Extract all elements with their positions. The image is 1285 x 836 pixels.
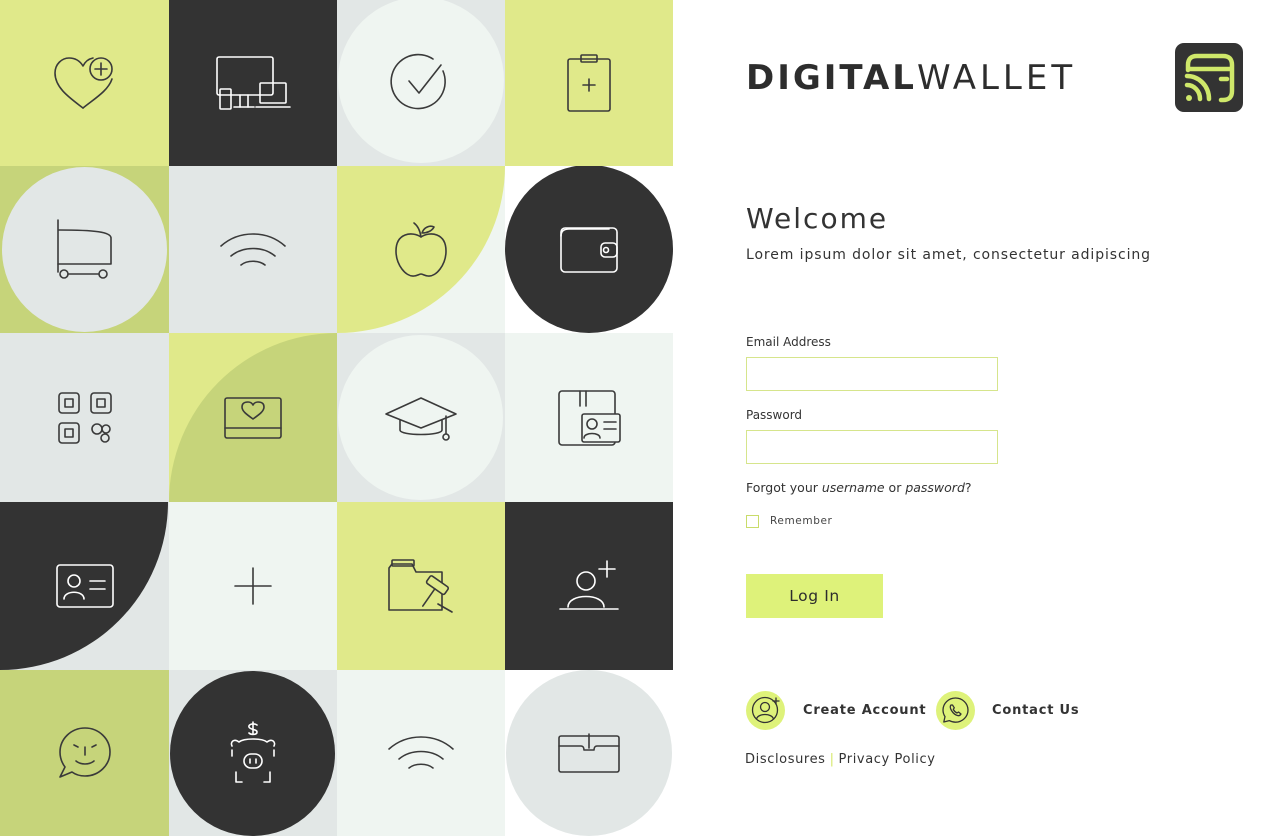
- document-folder-icon: [558, 733, 620, 773]
- mosaic-tile-wallet: [505, 166, 673, 333]
- remember-label: Remember: [770, 515, 833, 527]
- mosaic-tile-check: [337, 0, 505, 166]
- mosaic-tile-heart: [0, 0, 169, 166]
- wifi-signal-icon-2: [388, 736, 454, 769]
- mosaic-tile-id-folder: [505, 333, 673, 502]
- forgot-credentials: Forgot your username or password?: [746, 480, 972, 495]
- footer-links: Disclosures | Privacy Policy: [745, 752, 936, 767]
- qr-grid-icon: [57, 391, 112, 444]
- brand-light: WALLET: [916, 58, 1077, 98]
- mosaic-tile-devices: [169, 0, 337, 166]
- mosaic-tile-laptop-heart: [169, 333, 337, 502]
- brand-wordmark: DIGITALWALLET: [746, 58, 1076, 98]
- clipboard-plus-icon: [567, 54, 611, 112]
- mosaic-tile-legal: [337, 502, 505, 670]
- add-user-icon: [559, 560, 619, 610]
- graduation-cap-icon: [385, 396, 457, 441]
- welcome-subtitle: Lorem ipsum dolor sit amet, consectetur …: [746, 247, 1151, 263]
- id-card-icon: [55, 564, 114, 608]
- mosaic-tile-apple: [337, 166, 505, 333]
- disclosures-link[interactable]: Disclosures: [745, 752, 826, 767]
- forgot-or: or: [884, 480, 906, 495]
- password-field[interactable]: [746, 430, 998, 464]
- mosaic-tile-document-folder: [505, 670, 673, 836]
- mosaic-tile-graduation: [337, 333, 505, 502]
- legal-folder-icon: [388, 559, 453, 613]
- icon-mosaic: [0, 0, 673, 836]
- forgot-password-link[interactable]: password: [905, 480, 965, 495]
- add-user-circle-icon: [751, 696, 780, 724]
- remember-checkbox[interactable]: [746, 514, 759, 528]
- create-account-link[interactable]: Create Account: [746, 691, 926, 730]
- mosaic-tile-clipboard: [505, 0, 673, 166]
- plus-icon: [234, 567, 272, 605]
- wallet-icon: [560, 226, 618, 273]
- forgot-prefix: Forgot your: [746, 480, 822, 495]
- contact-us-link[interactable]: Contact Us: [936, 691, 1079, 730]
- mosaic-tile-chat: [0, 670, 169, 836]
- laptop-heart-icon: [224, 396, 282, 439]
- create-account-label: Create Account: [803, 703, 927, 718]
- chat-smile-icon: [58, 727, 111, 778]
- mosaic-tile-add-user: [505, 502, 673, 670]
- wifi-signal-icon: [220, 232, 286, 266]
- forgot-username-link[interactable]: username: [822, 480, 885, 495]
- phone-chat-icon: [942, 697, 969, 723]
- privacy-policy-link[interactable]: Privacy Policy: [839, 752, 936, 767]
- login-panel: DIGITALWALLET Welcome Lorem ipsum dolor …: [673, 0, 1285, 836]
- login-button[interactable]: Log In: [746, 574, 883, 618]
- apple-icon: [395, 221, 447, 277]
- devices-icon: [216, 56, 291, 110]
- remember-row: Remember: [746, 514, 832, 528]
- mosaic-tile-wifi-1: [169, 166, 337, 333]
- heart-plus-icon: [53, 57, 113, 109]
- email-field[interactable]: [746, 357, 998, 391]
- check-circle-icon: [390, 53, 446, 110]
- password-label: Password: [746, 408, 803, 422]
- mosaic-tile-piggy: [169, 670, 337, 836]
- create-account-badge: [746, 691, 785, 730]
- brand-bold: DIGITAL: [746, 58, 917, 98]
- email-label: Email Address: [746, 335, 831, 349]
- welcome-title: Welcome: [746, 202, 889, 235]
- mosaic-tile-plus: [169, 502, 337, 670]
- contact-us-badge: [936, 691, 975, 730]
- shopping-cart-icon: [56, 218, 112, 279]
- mosaic-tile-cart: [0, 166, 169, 333]
- id-folder-icon: [558, 389, 621, 446]
- footer-separator: |: [829, 752, 835, 767]
- contact-us-label: Contact Us: [992, 703, 1080, 718]
- app-logo: [1175, 43, 1243, 112]
- mosaic-tile-wifi-2: [337, 670, 505, 836]
- forgot-suffix: ?: [964, 480, 972, 495]
- mosaic-tile-id-card: [0, 502, 169, 670]
- piggy-bank-icon: [230, 721, 276, 783]
- wallet-signal-icon: [1184, 53, 1235, 103]
- mosaic-tile-qr: [0, 333, 169, 502]
